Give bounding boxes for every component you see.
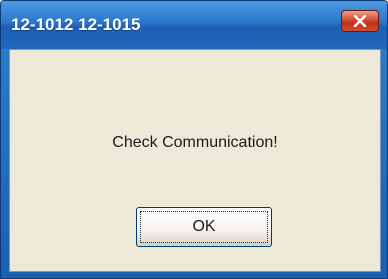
dialog-window: 12-1012 12-1015 Check Communication! OK [0,0,388,279]
ok-button-label: OK [192,218,216,235]
window-title: 12-1012 12-1015 [11,15,141,34]
ok-button[interactable]: OK [136,207,272,247]
close-button[interactable] [341,10,379,32]
close-icon [353,15,367,27]
title-bar[interactable]: 12-1012 12-1015 [1,1,387,49]
dialog-body: Check Communication! OK [9,49,381,272]
message-text: Check Communication! [112,134,278,151]
